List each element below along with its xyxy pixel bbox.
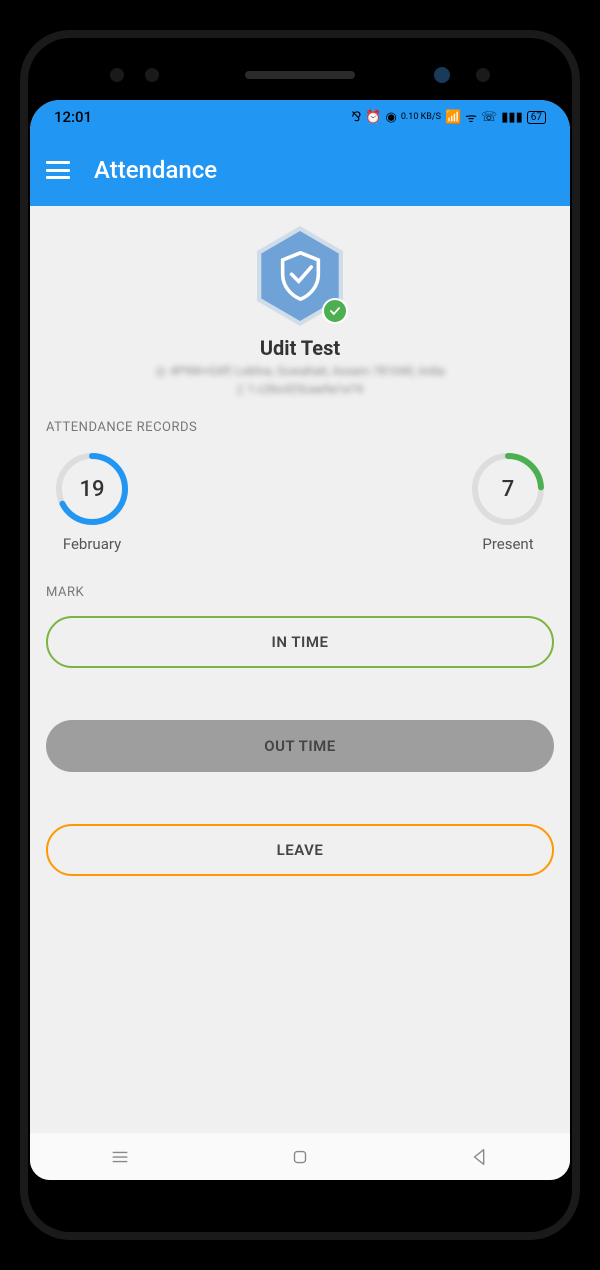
wifi-icon-2: ᯤ [465,108,477,126]
present-label: Present [470,535,546,553]
user-device: ▯ 1-c2bcd25caa9a1e74 [46,382,554,396]
user-name: Udit Test [46,336,554,360]
app-title: Attendance [94,156,217,184]
device-icon: ▯ [237,382,244,396]
bluetooth-muted-icon: ⅋ [351,110,361,125]
data-rate: 0.10 KB/S [401,113,441,122]
records-row: 19 February 7 Present [46,451,554,553]
records-label: Attendance Records [46,420,554,435]
status-icons: ⅋ ⏰ ◉ 0.10 KB/S 📶 ᯤ ☏ ▮▮▮ 67 [351,108,546,126]
in-time-button[interactable]: IN TIME [46,616,554,668]
recent-apps-icon[interactable] [109,1146,131,1168]
avatar [250,226,350,326]
profile-section: Udit Test ◎ 4P9W+GXP, Lokhra, Guwahati, … [46,226,554,396]
signal-icon: ▮▮▮ [501,110,522,125]
out-time-button[interactable]: OUT TIME [46,720,554,772]
location-pin-icon: ◎ [155,364,165,378]
mark-section: Mark IN TIME OUT TIME LEAVE [46,585,554,876]
home-icon[interactable] [289,1146,311,1168]
status-bar: 12:01 ⅋ ⏰ ◉ 0.10 KB/S 📶 ᯤ ☏ ▮▮▮ 67 [30,100,570,134]
present-ring[interactable]: 7 Present [470,451,546,553]
leave-button[interactable]: LEAVE [46,824,554,876]
phone-hardware-bottom [30,1180,570,1220]
present-value: 7 [502,477,515,502]
status-time: 12:01 [54,108,92,126]
volte-icon: ☏ [481,110,497,125]
battery-icon: 67 [527,111,546,124]
date-ring[interactable]: 19 February [54,451,130,553]
back-icon[interactable] [469,1146,491,1168]
location-icon: ◉ [386,110,397,125]
user-location: ◎ 4P9W+GXP, Lokhra, Guwahati, Assam 7810… [46,364,554,378]
system-nav-bar [30,1132,570,1180]
app-bar: Attendance [30,134,570,206]
menu-icon[interactable] [46,161,70,179]
content-area: Udit Test ◎ 4P9W+GXP, Lokhra, Guwahati, … [30,206,570,1132]
shield-icon [278,251,323,301]
phone-frame: 12:01 ⅋ ⏰ ◉ 0.10 KB/S 📶 ᯤ ☏ ▮▮▮ 67 Atten… [20,30,580,1240]
date-label: February [54,535,130,553]
screen: 12:01 ⅋ ⏰ ◉ 0.10 KB/S 📶 ᯤ ☏ ▮▮▮ 67 Atten… [30,100,570,1180]
phone-hardware-top [30,50,570,100]
alarm-icon: ⏰ [365,110,381,125]
wifi-icon: 📶 [445,110,461,125]
mark-label: Mark [46,585,554,600]
verified-badge-icon [322,298,348,324]
date-value: 19 [79,477,104,502]
